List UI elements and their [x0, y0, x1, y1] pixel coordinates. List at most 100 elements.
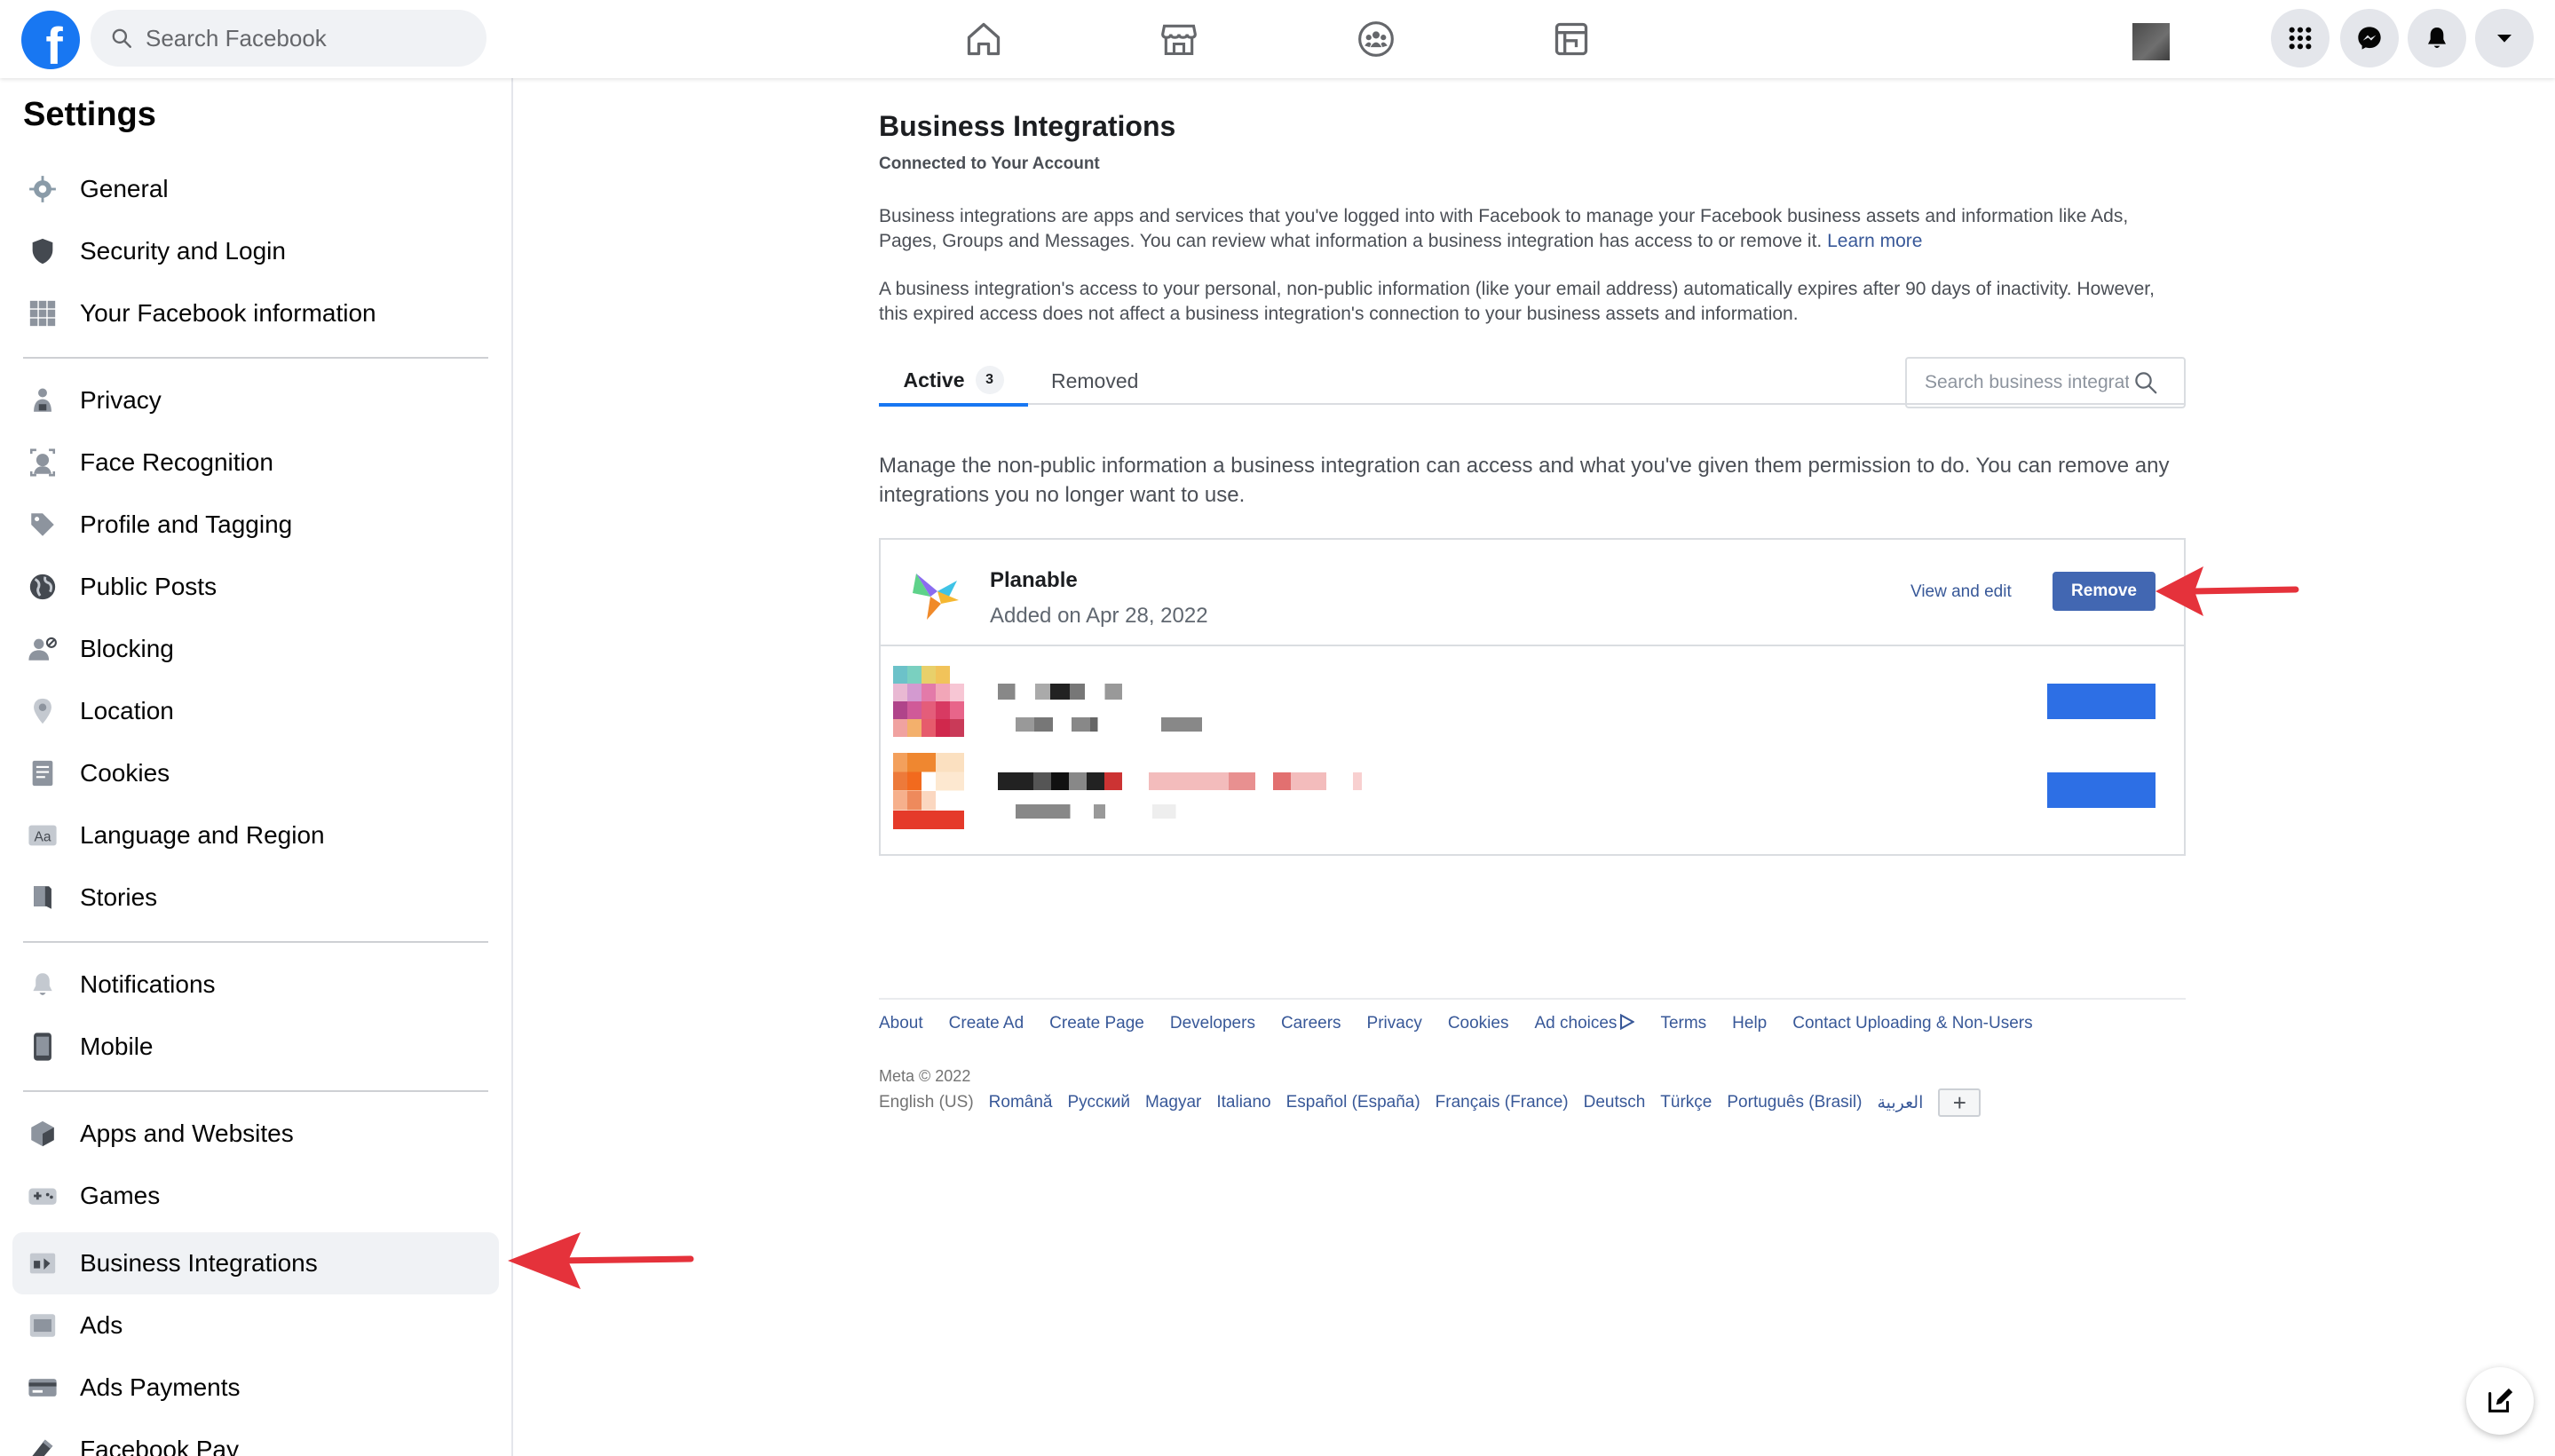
sidebar-item-label: Notifications: [80, 970, 216, 998]
language-link[interactable]: العربية: [1877, 1093, 1923, 1113]
redacted-button[interactable]: [2047, 772, 2156, 808]
sidebar-item-your-facebook-information[interactable]: Your Facebook information: [12, 282, 499, 344]
facebook-search-input[interactable]: [146, 24, 447, 52]
sidebar-item-label: Location: [80, 697, 174, 724]
sidebar-item-label: Business Integrations: [80, 1249, 318, 1277]
list-item: Planable Added on Apr 28, 2022 View and …: [881, 540, 2184, 646]
footer-link-ad-choices[interactable]: Ad choices: [1534, 1013, 1636, 1033]
redacted-text: [998, 772, 1442, 790]
new-message-button[interactable]: [2466, 1367, 2534, 1435]
sidebar-item-business-integrations[interactable]: Business Integrations: [12, 1232, 499, 1294]
sidebar-item-privacy[interactable]: Privacy: [12, 369, 499, 431]
learn-more-link[interactable]: Learn more: [1827, 231, 1922, 251]
intro-text: Business integrations are apps and servi…: [879, 206, 2129, 251]
compose-icon: [2488, 1388, 2513, 1412]
sidebar-item-mobile[interactable]: Mobile: [12, 1016, 499, 1078]
footer-link-help[interactable]: Help: [1732, 1014, 1767, 1033]
sidebar-item-apps-and-websites[interactable]: Apps and Websites: [12, 1103, 499, 1165]
language-icon: Aa: [27, 819, 59, 851]
list-item: [881, 753, 2184, 858]
sidebar-item-language-and-region[interactable]: Aa Language and Region: [12, 804, 499, 866]
footer-link-careers[interactable]: Careers: [1281, 1014, 1341, 1033]
redacted-logo: [893, 753, 964, 829]
language-link[interactable]: Română: [989, 1093, 1053, 1112]
bell-icon: [27, 969, 59, 1001]
sidebar-item-notifications[interactable]: Notifications: [12, 954, 499, 1016]
gaming-icon[interactable]: [1543, 14, 1600, 64]
language-link[interactable]: Italiano: [1216, 1093, 1270, 1112]
facebook-search[interactable]: [91, 10, 486, 67]
notifications-icon[interactable]: [2408, 9, 2466, 67]
gear-icon: [27, 173, 59, 205]
sidebar-item-label: Ads Payments: [80, 1373, 241, 1401]
sidebar-item-label: Games: [80, 1182, 161, 1209]
groups-icon[interactable]: [1348, 14, 1404, 64]
svg-text:Aa: Aa: [34, 829, 51, 844]
footer-link-cookies[interactable]: Cookies: [1448, 1014, 1509, 1033]
footer-link-developers[interactable]: Developers: [1170, 1014, 1255, 1033]
top-navigation-bar: f: [0, 0, 2555, 78]
language-link[interactable]: Español (España): [1286, 1093, 1420, 1112]
redacted-button[interactable]: [2047, 684, 2156, 719]
ad-choices-icon: [1620, 1013, 1636, 1031]
view-and-edit-link[interactable]: View and edit: [1910, 582, 2012, 602]
account-dropdown-icon[interactable]: [2475, 9, 2534, 67]
sidebar-item-label: Apps and Websites: [80, 1120, 294, 1147]
sidebar-item-stories[interactable]: Stories: [12, 866, 499, 929]
language-link[interactable]: Français (France): [1436, 1093, 1569, 1112]
settings-title: Settings: [23, 96, 156, 133]
footer-link-privacy[interactable]: Privacy: [1367, 1014, 1422, 1033]
profile-avatar[interactable]: [2132, 23, 2170, 60]
footer-link-create-page[interactable]: Create Page: [1049, 1014, 1144, 1033]
sidebar-item-public-posts[interactable]: Public Posts: [12, 556, 499, 618]
block-user-icon: [27, 633, 59, 665]
sidebar-item-security-and-login[interactable]: Security and Login: [12, 220, 499, 282]
menu-grid-icon[interactable]: [2271, 9, 2330, 67]
footer-link-about[interactable]: About: [879, 1014, 923, 1033]
tab-active[interactable]: Active 3: [879, 357, 1028, 407]
footer-link-terms[interactable]: Terms: [1660, 1014, 1706, 1033]
copyright: Meta © 2022: [879, 1067, 971, 1085]
facebook-logo[interactable]: f: [21, 11, 80, 69]
language-link[interactable]: Magyar: [1145, 1093, 1201, 1112]
sidebar-item-cookies[interactable]: Cookies: [12, 742, 499, 804]
integration-name: Planable: [990, 568, 1078, 592]
sidebar-divider: [23, 357, 488, 359]
sidebar-item-label: Face Recognition: [80, 448, 273, 476]
sidebar-item-location[interactable]: Location: [12, 680, 499, 742]
marketplace-icon[interactable]: [1151, 14, 1207, 64]
sidebar-item-label: Mobile: [80, 1033, 154, 1060]
language-link[interactable]: Deutsch: [1584, 1093, 1646, 1112]
home-icon[interactable]: [955, 14, 1012, 64]
planable-logo: [913, 574, 959, 620]
sidebar-item-face-recognition[interactable]: Face Recognition: [12, 431, 499, 494]
footer-link-contact-uploading[interactable]: Contact Uploading & Non-Users: [1792, 1014, 2032, 1033]
sidebar-item-games[interactable]: Games: [12, 1165, 499, 1227]
sidebar-item-label: Security and Login: [80, 237, 286, 265]
messenger-icon[interactable]: [2340, 9, 2399, 67]
footer-link-create-ad[interactable]: Create Ad: [949, 1014, 1024, 1033]
globe-icon: [27, 571, 59, 603]
tab-removed[interactable]: Removed: [1051, 357, 1138, 405]
remove-button[interactable]: Remove: [2053, 572, 2156, 611]
integration-search[interactable]: [1905, 357, 2186, 408]
integration-added-date: Added on Apr 28, 2022: [990, 604, 1208, 628]
sidebar-item-facebook-pay[interactable]: Facebook Pay: [12, 1419, 499, 1456]
sidebar-item-general[interactable]: General: [12, 158, 499, 220]
language-link[interactable]: Türkçe: [1660, 1093, 1712, 1112]
sidebar-item-profile-and-tagging[interactable]: Profile and Tagging: [12, 494, 499, 556]
redacted-text: [1016, 717, 1202, 732]
tab-active-count: 3: [975, 366, 1004, 394]
sidebar-item-blocking[interactable]: Blocking: [12, 618, 499, 680]
more-languages-button[interactable]: +: [1938, 1088, 1982, 1117]
integration-search-input[interactable]: [1925, 372, 2129, 393]
language-link[interactable]: Русский: [1067, 1093, 1130, 1112]
face-icon: [27, 447, 59, 479]
language-link[interactable]: Português (Brasil): [1727, 1093, 1862, 1112]
redacted-text: [1016, 804, 1211, 819]
sidebar-item-ads-payments[interactable]: Ads Payments: [12, 1357, 499, 1419]
sidebar-item-ads[interactable]: Ads: [12, 1294, 499, 1357]
cube-icon: [27, 1118, 59, 1150]
book-icon: [27, 882, 59, 914]
sidebar-item-label: General: [80, 175, 169, 202]
